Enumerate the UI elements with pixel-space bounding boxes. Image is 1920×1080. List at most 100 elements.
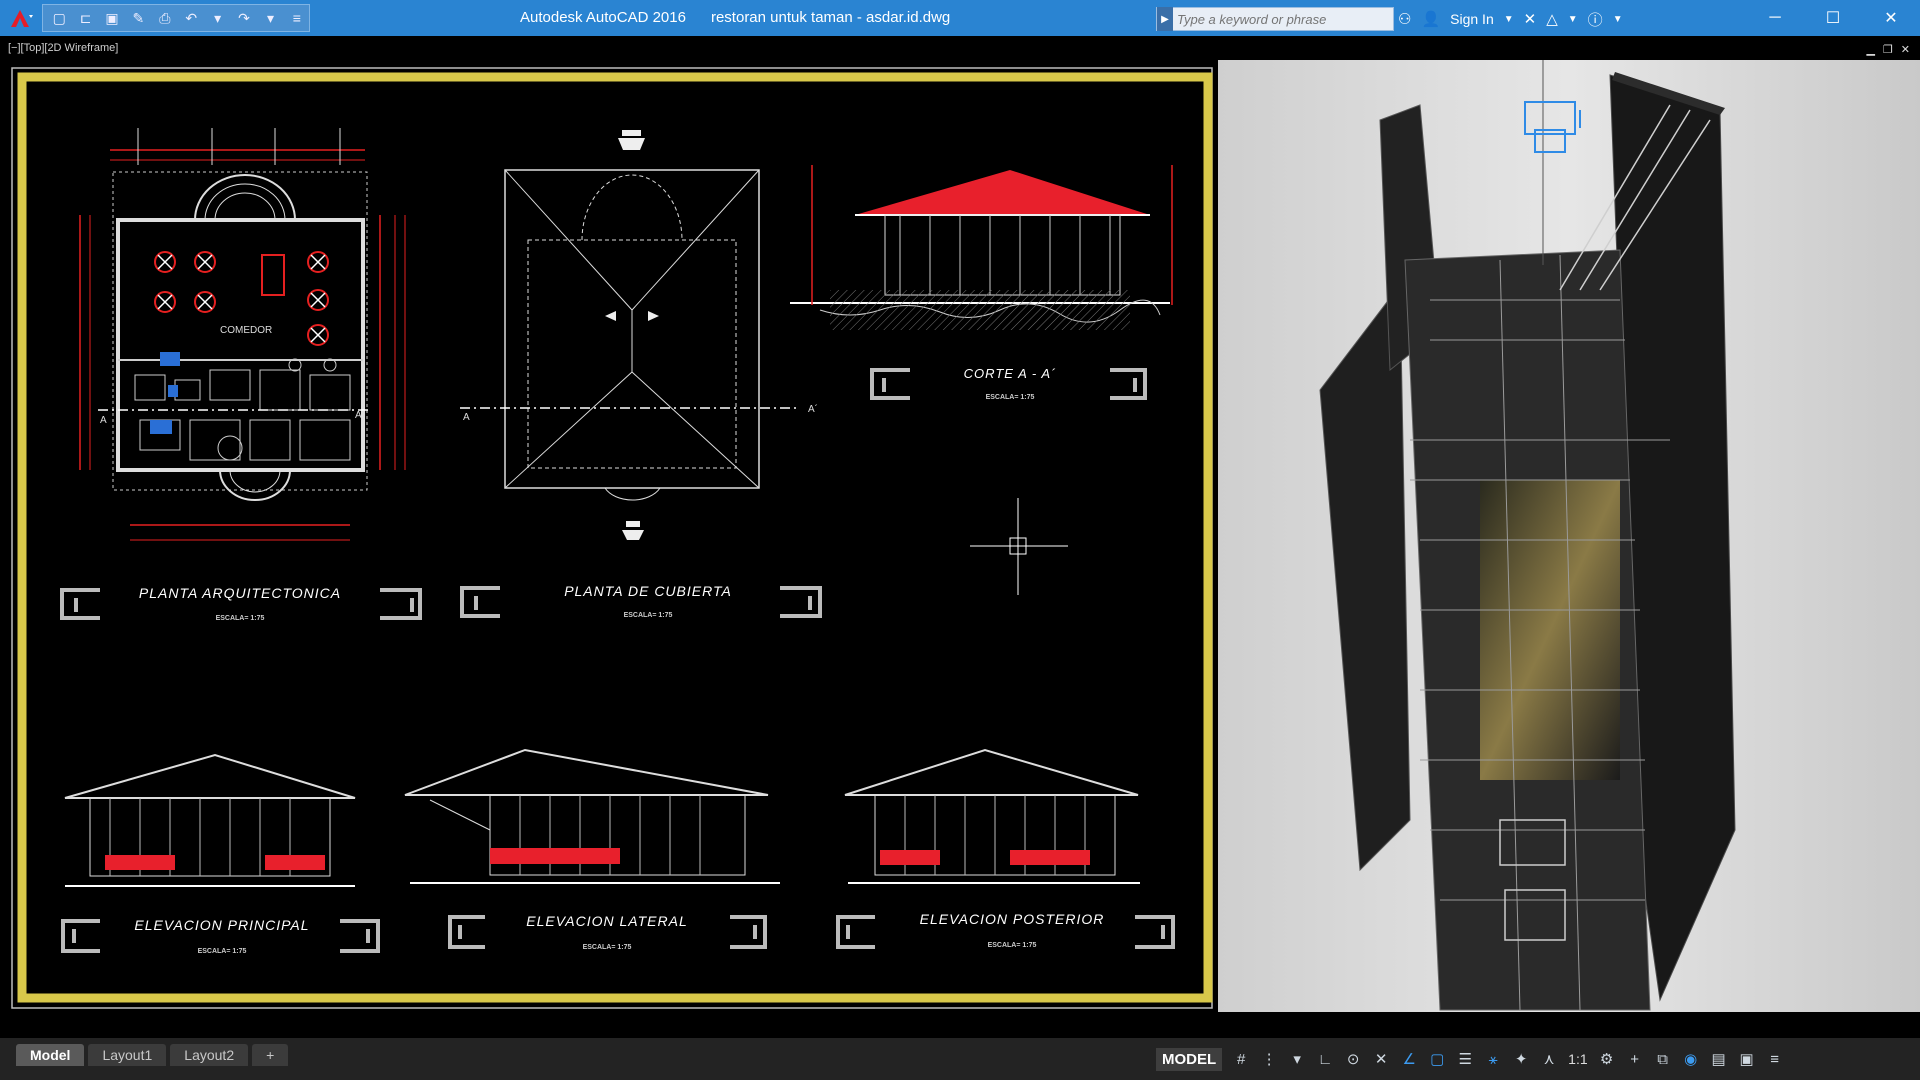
section-marker-a-prime: A´ — [355, 409, 365, 421]
annotation-scale-icon[interactable]: ⋏ — [1540, 1050, 1558, 1068]
open-folder-icon[interactable]: ⊏ — [73, 7, 97, 29]
workspace-gear-icon[interactable]: ⚙ — [1598, 1050, 1616, 1068]
comedor-label: COMEDOR — [220, 325, 272, 336]
title-elevacion-posterior: ELEVACION POSTERIOR — [920, 911, 1105, 927]
minimize-icon[interactable]: ─ — [1746, 0, 1804, 36]
quick-access-strip: ▢ ⊏ ▣ ✎ ⎙ ↶ ▾ ↷ ▾ ≡ — [42, 4, 310, 32]
title-block-planta-arquitectonica: PLANTA ARQUITECTONICA ESCALA= 1:75 — [60, 585, 422, 622]
redo-icon[interactable]: ↷ — [232, 7, 256, 29]
plot-icon[interactable]: ⎙ — [153, 7, 177, 29]
document-window-controls: ▁ ❐ ✕ — [1866, 43, 1910, 56]
snap-icon[interactable]: ⋮ — [1260, 1050, 1278, 1068]
roof-plan: A A´ — [460, 130, 818, 540]
annotation-autoscale-icon[interactable]: ✦ — [1512, 1050, 1530, 1068]
title-block-elev-lateral: ELEVACION LATERAL ESCALA= 1:75 — [448, 913, 767, 951]
crosshair-cursor — [970, 498, 1068, 595]
isodraft-icon[interactable]: ✕ — [1372, 1050, 1390, 1068]
scale-planta-arquitectonica: ESCALA= 1:75 — [216, 615, 265, 622]
exchange-icon[interactable]: ✕ — [1524, 10, 1537, 28]
layout-tabs: Model Layout1 Layout2 + — [16, 1044, 289, 1066]
viewport-controls-label[interactable]: [−][Top][2D Wireframe] — [8, 42, 118, 54]
quick-access-toolbar: ▢ ⊏ ▣ ✎ ⎙ ↶ ▾ ↷ ▾ ≡ — [0, 0, 310, 36]
title-block-elev-principal: ELEVACION PRINCIPAL ESCALA= 1:75 — [61, 917, 380, 955]
window-controls: ─ ☐ ✕ — [1746, 0, 1920, 36]
roof-section-a-prime: A´ — [808, 403, 818, 415]
title-block-corte: CORTE A - A´ ESCALA= 1:75 — [870, 366, 1147, 401]
isolate-objects-icon[interactable]: ◉ — [1682, 1050, 1700, 1068]
title-bar: ▢ ⊏ ▣ ✎ ⎙ ↶ ▾ ↷ ▾ ≡ Autodesk AutoCAD 201… — [0, 0, 1920, 36]
help-search: ▶ — [1156, 7, 1394, 31]
maximize-icon[interactable]: ☐ — [1804, 0, 1862, 36]
search-input[interactable] — [1173, 10, 1389, 28]
tab-layout2[interactable]: Layout2 — [170, 1044, 249, 1066]
application-menu-button[interactable] — [0, 0, 40, 36]
elevation-principal — [64, 753, 356, 887]
tab-model[interactable]: Model — [16, 1044, 85, 1066]
doc-close-icon[interactable]: ✕ — [1901, 43, 1910, 56]
search-expand-icon[interactable]: ▶ — [1157, 7, 1173, 31]
autocad-logo-icon — [11, 10, 33, 27]
status-bar: MODEL # ⋮ ▾ ∟ ⊙ ✕ ∠ ▢ ☰ ⚹ ✦ ⋏ 1:1 ⚙ + ⧉ … — [1150, 1038, 1920, 1080]
title-planta-cubierta: PLANTA DE CUBIERTA — [564, 583, 732, 599]
doc-minimize-icon[interactable]: ▁ — [1866, 43, 1874, 56]
window-title: Autodesk AutoCAD 2016 restoran untuk tam… — [520, 9, 950, 26]
snap-dropdown-icon[interactable]: ▾ — [1288, 1050, 1306, 1068]
help-icon[interactable]: ⓘ — [1588, 9, 1603, 30]
object-snap-icon[interactable]: ▢ — [1428, 1050, 1446, 1068]
add-icon[interactable]: + — [1626, 1050, 1644, 1068]
save-as-icon[interactable]: ✎ — [126, 7, 150, 29]
title-elevacion-lateral: ELEVACION LATERAL — [526, 913, 687, 929]
polar-icon[interactable]: ⊙ — [1344, 1050, 1362, 1068]
a360-dropdown-icon[interactable]: ▼ — [1568, 14, 1578, 25]
roof-section-a: A — [463, 412, 470, 423]
object-snap-tracking-icon[interactable]: ∠ — [1400, 1050, 1418, 1068]
hardware-acceleration-icon[interactable]: ▤ — [1710, 1050, 1728, 1068]
clean-screen-icon[interactable]: ▣ — [1738, 1050, 1756, 1068]
title-elevacion-principal: ELEVACION PRINCIPAL — [134, 917, 309, 933]
model-space-toggle[interactable]: MODEL — [1156, 1047, 1223, 1071]
title-planta-arquitectonica: PLANTA ARQUITECTONICA — [139, 585, 341, 601]
customize-qat-icon[interactable]: ≡ — [285, 7, 309, 29]
scale-elev-principal: ESCALA= 1:75 — [198, 948, 247, 955]
title-corte: CORTE A - A´ — [964, 366, 1057, 381]
scale-corte: ESCALA= 1:75 — [986, 394, 1035, 401]
help-dropdown-icon[interactable]: ▼ — [1613, 14, 1623, 25]
undo-icon[interactable]: ↶ — [179, 7, 203, 29]
title-block-elev-posterior: ELEVACION POSTERIOR ESCALA= 1:75 — [836, 911, 1175, 949]
lineweight-icon[interactable]: ☰ — [1456, 1050, 1474, 1068]
annotation-scale-value[interactable]: 1:1 — [1568, 1051, 1587, 1067]
grid-icon[interactable]: # — [1232, 1050, 1250, 1068]
section-cut — [790, 165, 1173, 330]
doc-restore-icon[interactable]: ❐ — [1883, 43, 1893, 56]
binoculars-icon[interactable]: ⚇ — [1398, 10, 1411, 28]
close-icon[interactable]: ✕ — [1862, 0, 1920, 36]
floor-plan: A A´ COMEDOR — [79, 128, 406, 541]
elevation-posterior — [844, 748, 1140, 884]
scale-elev-lateral: ESCALA= 1:75 — [583, 944, 632, 951]
add-layout-icon[interactable]: + — [252, 1044, 289, 1066]
elevation-lateral — [404, 748, 780, 884]
undo-dropdown-icon[interactable]: ▾ — [205, 7, 229, 29]
scale-planta-cubierta: ESCALA= 1:75 — [624, 612, 673, 619]
redo-dropdown-icon[interactable]: ▾ — [258, 7, 282, 29]
save-icon[interactable]: ▣ — [100, 7, 124, 29]
title-block-planta-cubierta: PLANTA DE CUBIERTA ESCALA= 1:75 — [460, 583, 822, 619]
ortho-icon[interactable]: ∟ — [1316, 1050, 1334, 1068]
3d-render-panel — [1218, 60, 1920, 1012]
annotation-visibility-icon[interactable]: ⚹ — [1484, 1050, 1502, 1068]
units-icon[interactable]: ⧉ — [1654, 1050, 1672, 1068]
drawing-canvas[interactable]: A A´ COMEDOR PLANTA ARQUITECTONICA ESCAL… — [0, 60, 1920, 1038]
sign-in-dropdown-icon[interactable]: ▼ — [1504, 14, 1514, 25]
section-marker-a: A — [100, 415, 107, 426]
new-file-icon[interactable]: ▢ — [47, 7, 71, 29]
scale-elev-posterior: ESCALA= 1:75 — [988, 942, 1037, 949]
tab-layout1[interactable]: Layout1 — [88, 1044, 167, 1066]
a360-icon[interactable]: △ — [1546, 10, 1558, 28]
app-name: Autodesk AutoCAD 2016 — [520, 9, 686, 26]
customization-menu-icon[interactable]: ≡ — [1766, 1050, 1784, 1068]
model-space-canvas[interactable]: A A´ COMEDOR PLANTA ARQUITECTONICA ESCAL… — [0, 60, 1920, 1038]
document-bar — [0, 36, 1920, 60]
sign-in-link[interactable]: Sign In — [1450, 11, 1494, 27]
document-name: restoran untuk taman - asdar.id.dwg — [710, 9, 951, 26]
user-icon[interactable]: 👤 — [1421, 10, 1440, 28]
